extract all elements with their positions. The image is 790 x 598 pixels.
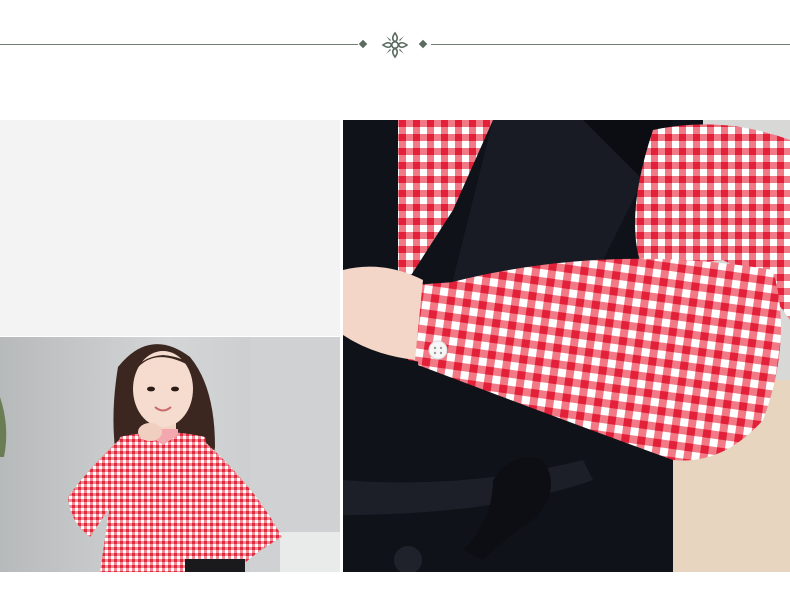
blank-panel	[0, 120, 340, 336]
flower-ornament-icon	[381, 31, 409, 59]
model-photo	[0, 337, 340, 572]
divider-diamond-right	[418, 39, 428, 49]
divider-diamond-left	[358, 39, 368, 49]
divider-line-right	[431, 44, 790, 45]
divider-line-left	[0, 44, 358, 45]
detail-photo	[343, 120, 790, 572]
